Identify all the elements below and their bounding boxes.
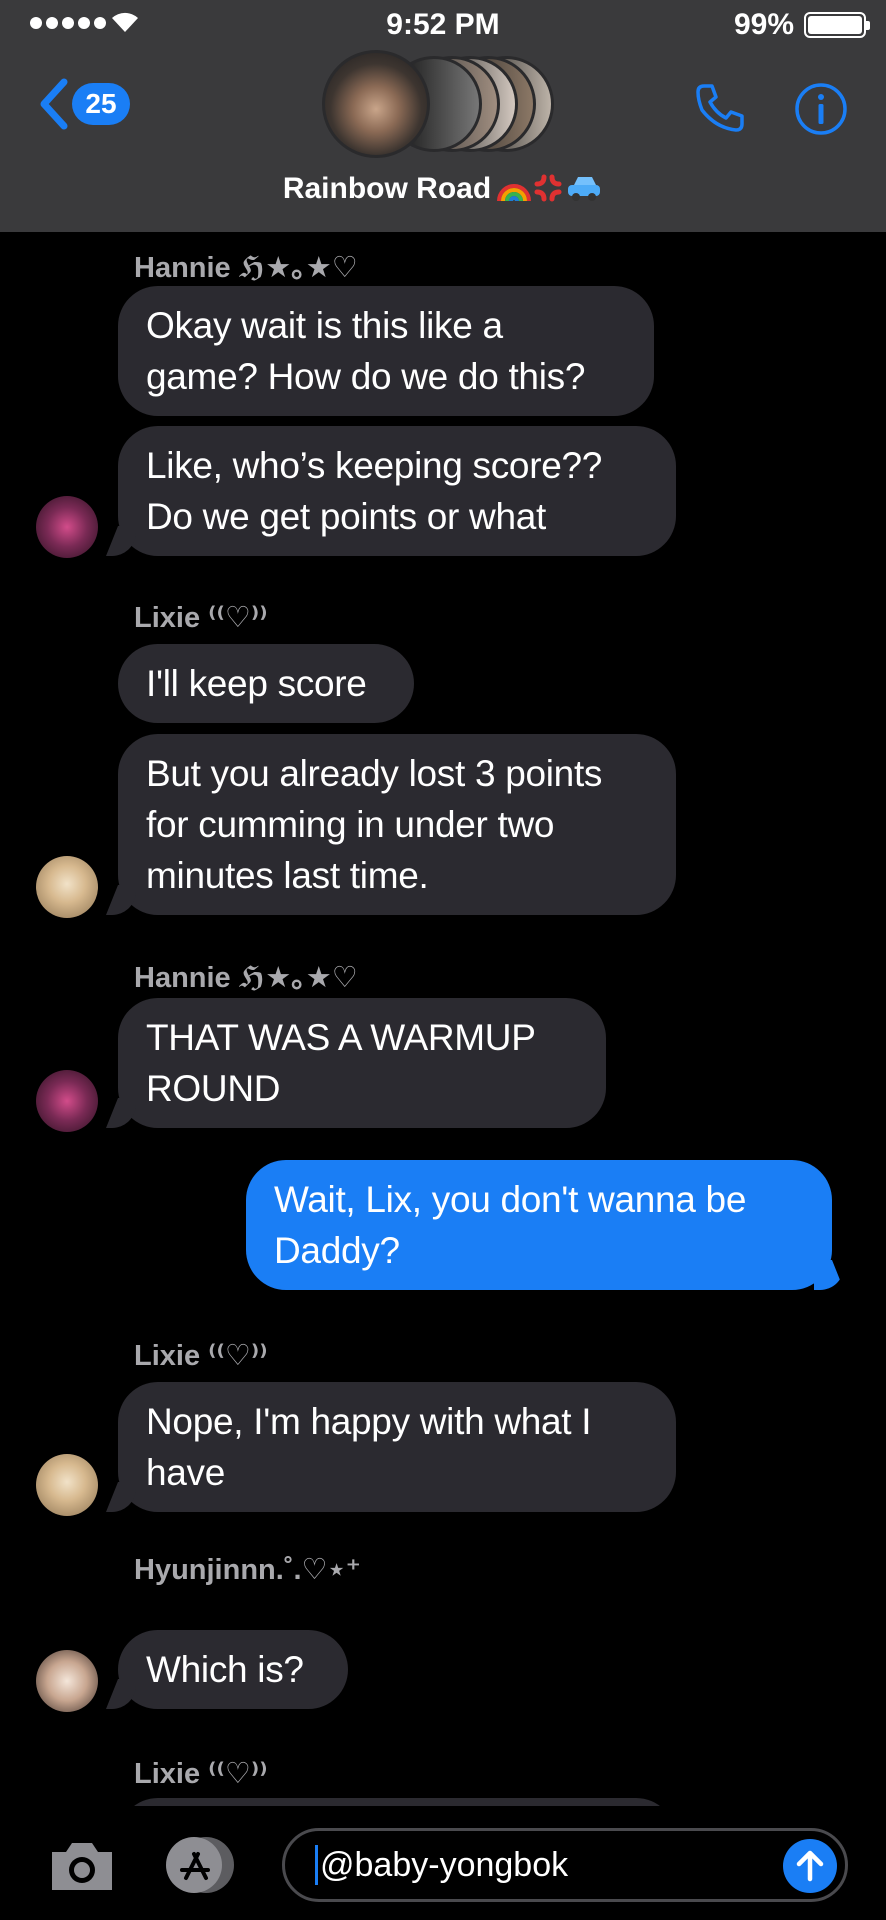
- anger-icon: [534, 174, 562, 202]
- message-input-field[interactable]: [282, 1828, 848, 1902]
- camera-button[interactable]: [48, 1838, 116, 1894]
- message-bubble-outgoing[interactable]: Wait, Lix, you don't wanna be Daddy?: [246, 1160, 832, 1290]
- message-text: Which is?: [146, 1649, 304, 1690]
- message-text: Wait, Lix, you don't wanna be: [274, 1179, 747, 1220]
- message-text: have: [146, 1452, 226, 1493]
- avatar-hyunjin[interactable]: [36, 1650, 98, 1712]
- message-input[interactable]: [320, 1845, 760, 1885]
- avatar-hannie[interactable]: [36, 496, 98, 558]
- message-text: minutes last time.: [146, 855, 429, 896]
- message-bubble[interactable]: Okay wait is this like a game? How do we…: [118, 286, 654, 416]
- message-text: Nope, I'm happy with what I: [146, 1401, 592, 1442]
- compose-bar: [0, 1806, 886, 1920]
- phone-call-button[interactable]: [692, 80, 748, 136]
- message-bubble[interactable]: THAT WAS A WARMUP ROUND: [118, 998, 606, 1128]
- message-bubble[interactable]: Which is?: [118, 1630, 348, 1709]
- sender-name: Hannie ℌ★｡★♡: [134, 252, 358, 284]
- back-button[interactable]: 25: [36, 78, 130, 130]
- avatar-lixie[interactable]: [36, 856, 98, 918]
- group-name-emoji: [497, 173, 603, 205]
- message-text: Like, who’s keeping score??: [146, 445, 603, 486]
- sender-name: Lixie ⁽⁽♡⁾⁾: [134, 1758, 268, 1790]
- group-avatar-stack[interactable]: [322, 50, 562, 158]
- message-bubble[interactable]: I'll keep score: [118, 644, 414, 723]
- sender-name: Lixie ⁽⁽♡⁾⁾: [134, 1340, 268, 1372]
- avatar-hannie[interactable]: [36, 1070, 98, 1132]
- messages-app: 9:52 PM 99% 25 Rainbow Road Hannie ℌ★｡★♡…: [0, 0, 886, 1920]
- chevron-left-icon: [40, 78, 68, 130]
- message-text: game? How do we do this?: [146, 356, 586, 397]
- conversation-header: 9:52 PM 99% 25 Rainbow Road: [0, 0, 886, 232]
- message-text: I'll keep score: [146, 663, 367, 704]
- arrow-up-icon: [796, 1850, 824, 1882]
- message-bubble[interactable]: Nope, I'm happy with what I have: [118, 1382, 676, 1512]
- sender-name: Hannie ℌ★｡★♡: [134, 962, 358, 994]
- message-bubble[interactable]: Like, who’s keeping score?? Do we get po…: [118, 426, 676, 556]
- message-text: But you already lost 3 points: [146, 753, 603, 794]
- message-bubble[interactable]: But you already lost 3 points for cummin…: [118, 734, 676, 915]
- rainbow-icon: [497, 184, 532, 202]
- sender-name: Lixie ⁽⁽♡⁾⁾: [134, 602, 268, 634]
- message-text: Daddy?: [274, 1230, 400, 1271]
- group-name[interactable]: Rainbow Road: [0, 172, 886, 206]
- avatar-lixie[interactable]: [36, 1454, 98, 1516]
- battery-percent: 99%: [733, 8, 794, 41]
- battery-icon: [804, 12, 870, 38]
- app-store-button[interactable]: [160, 1834, 242, 1896]
- group-name-label: Rainbow Road: [282, 172, 492, 205]
- message-text: Okay wait is this like a: [146, 305, 503, 346]
- group-avatar: [322, 50, 430, 158]
- info-button[interactable]: [794, 82, 848, 136]
- message-text: THAT WAS A WARMUP: [146, 1017, 536, 1058]
- message-text: Do we get points or what: [146, 496, 547, 537]
- message-text: ROUND: [146, 1068, 281, 1109]
- send-button[interactable]: [783, 1839, 837, 1893]
- unread-count-badge: 25: [72, 83, 130, 125]
- car-icon: [568, 177, 601, 201]
- sender-name: Hyunjinnn.˚.♡⋆⁺: [134, 1554, 361, 1586]
- text-cursor: [315, 1845, 318, 1885]
- message-text: for cumming in under two: [146, 804, 555, 845]
- status-bar: 9:52 PM 99%: [0, 0, 886, 50]
